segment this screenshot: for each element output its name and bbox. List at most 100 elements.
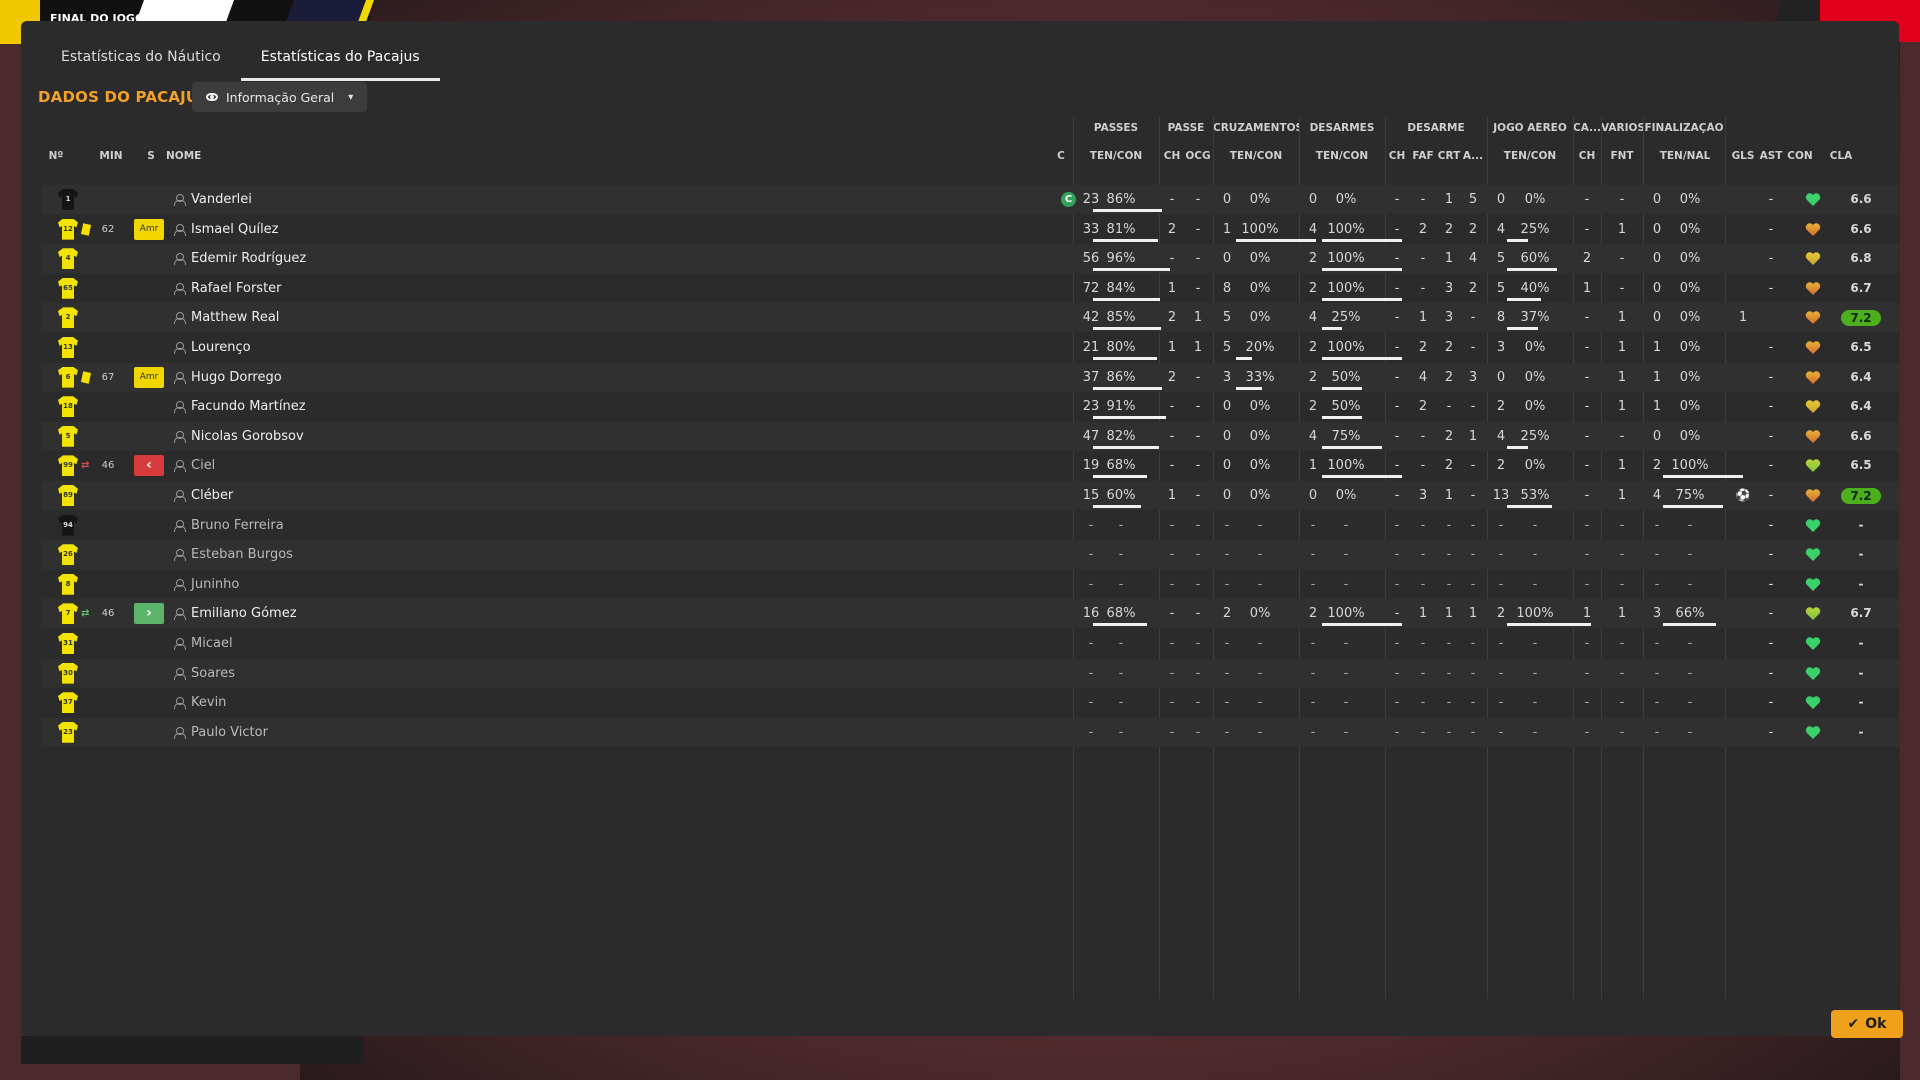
- view-dropdown[interactable]: Informação Geral ▾: [192, 82, 367, 112]
- player-name[interactable]: Rafael Forster: [191, 274, 491, 303]
- player-name[interactable]: Hugo Dorrego: [191, 363, 491, 392]
- column-header-ocg[interactable]: OCG: [1185, 150, 1211, 164]
- table-row[interactable]: 5 Nicolas Gorobsov 47 82% - -0 0% 4 75% - -2 1 4 25% -…: [41, 421, 1899, 451]
- player-name[interactable]: Facundo Martínez: [191, 392, 491, 421]
- stat-ca: 0: [1222, 399, 1232, 415]
- player-name[interactable]: Paulo Victor: [191, 718, 491, 747]
- stat-cell: -: [1654, 724, 1660, 740]
- column-header-crt[interactable]: CRT: [1437, 150, 1461, 164]
- stat-ch: -: [1169, 428, 1175, 444]
- morale-heart-icon: [1805, 222, 1821, 237]
- column-header-faf[interactable]: FAF: [1410, 150, 1436, 164]
- player-name[interactable]: Lourenço: [191, 333, 491, 362]
- stat-bar: [1663, 623, 1716, 627]
- table-row[interactable]: 89 Cléber 15 60% 1-0 0% 0 0% -3 1-13 53% -1 4 75% - ⚽ 7.…: [41, 481, 1899, 510]
- table-row[interactable]: 37 Kevin - - - - - - - - - - - - - - - - - - - - -: [41, 688, 1899, 717]
- column-header-s[interactable]: S: [141, 150, 161, 164]
- stat-cell: -: [1224, 724, 1230, 740]
- column-header-cruz[interactable]: TEN/CON: [1216, 150, 1296, 164]
- table-row[interactable]: 8 Juninho - - - - - - - - - - - - - - - - - - - - -: [41, 570, 1899, 599]
- stat-da: 1: [1308, 458, 1318, 474]
- shirt-icon: 31: [58, 633, 78, 654]
- column-header-desarmes[interactable]: TEN/CON: [1302, 150, 1382, 164]
- stat-cell: -: [1257, 576, 1263, 592]
- tab-pacajus[interactable]: Estatísticas do Pacajus: [240, 45, 440, 81]
- stat-cach: -: [1584, 310, 1590, 326]
- column-header-min[interactable]: MIN: [91, 150, 131, 164]
- stat-a: 2: [1468, 221, 1478, 237]
- table-row[interactable]: 12 62 Amr Ismael Quílez 33 81% 2-1 100% 4 100% -2 2…: [41, 215, 1899, 244]
- player-name[interactable]: Ismael Quílez: [191, 215, 491, 244]
- column-header-fin[interactable]: TEN/NAL: [1646, 150, 1724, 164]
- stat-cell: -: [1310, 636, 1316, 651]
- stat-a: 5: [1468, 192, 1478, 207]
- stat-ocg: -: [1195, 458, 1201, 474]
- stat-cell: -: [1619, 695, 1625, 711]
- stat-ca: 5: [1222, 340, 1232, 355]
- player-name[interactable]: Edemir Rodríguez: [191, 244, 491, 273]
- table-row[interactable]: 65 Rafael Forster 72 84% 1-8 0% 2 100% - -3 2 5 40% 1…: [41, 274, 1899, 303]
- player-name[interactable]: Kevin: [191, 688, 491, 717]
- table-row[interactable]: 26 Esteban Burgos - - - - - - - - - - - - - - - - - - - - -: [41, 540, 1899, 570]
- player-name[interactable]: Esteban Burgos: [191, 540, 491, 569]
- column-header-ca_ch[interactable]: CH: [1574, 150, 1600, 164]
- table-row[interactable]: 1 Vanderlei C 23 86% - -0 0% 0 0% - -1 5 0 0% - -0 0% -6.6: [41, 185, 1899, 214]
- player-name[interactable]: Cléber: [191, 481, 491, 510]
- stat-cell: -: [1088, 636, 1094, 651]
- player-name[interactable]: Juninho: [191, 570, 491, 599]
- stat-cell: -: [1118, 636, 1124, 651]
- column-header-con[interactable]: CON: [1785, 150, 1815, 164]
- table-row[interactable]: 99 ⇄ 46 ‹ Ciel 19 68% - -0 0% 1 100% - -2-2 0% -1 2 100% -…: [41, 451, 1899, 480]
- table-row[interactable]: 2 Matthew Real 42 85% 2 1 5 0% 4 25% -1 3-8 37% -1 0 0%…: [41, 303, 1899, 333]
- player-name[interactable]: Bruno Ferreira: [191, 511, 491, 540]
- player-icon: [174, 549, 186, 562]
- column-header-gls[interactable]: GLS: [1729, 150, 1757, 164]
- player-name[interactable]: Matthew Real: [191, 303, 491, 332]
- stat-bar: [1663, 505, 1723, 508]
- column-header-d_ch[interactable]: CH: [1387, 150, 1407, 164]
- column-header-aereo[interactable]: TEN/CON: [1490, 150, 1570, 164]
- player-name[interactable]: Vanderlei: [191, 185, 491, 214]
- stat-cp: 0%: [1249, 310, 1271, 326]
- column-header-fnt[interactable]: FNT: [1603, 150, 1641, 164]
- stat-fa: 1: [1652, 399, 1662, 415]
- stat-crt: -: [1446, 399, 1452, 415]
- column-header-c[interactable]: C: [1053, 150, 1069, 164]
- player-name[interactable]: Emiliano Gómez: [191, 599, 491, 628]
- table-row[interactable]: 94 Bruno Ferreira - - - - - - - - - - - - - - - - - - - - -: [41, 511, 1899, 540]
- column-header-ch[interactable]: CH: [1161, 150, 1183, 164]
- player-name[interactable]: Soares: [191, 659, 491, 688]
- table-row[interactable]: 7 ⇄ 46 › Emiliano Gómez 16 68% - -2 0% 2 100% -1 1 1 2 1…: [41, 599, 1899, 629]
- stat-cell: -: [1118, 576, 1124, 592]
- table-row[interactable]: 30 Soares - - - - - - - - - - - - - - - - - - - - -: [41, 658, 1899, 688]
- stat-aa: 3: [1496, 340, 1506, 355]
- morale-heart-icon: [1805, 606, 1821, 621]
- player-name[interactable]: Nicolas Gorobsov: [191, 422, 491, 451]
- stat-bar: [1093, 357, 1157, 360]
- stat-ocg: 1: [1193, 310, 1203, 326]
- table-row[interactable]: 13 Lourenço 21 80% 1 1 5 20% 2 100% -2 2-3 0% -1 1 0% -6…: [41, 333, 1899, 362]
- player-name[interactable]: Micael: [191, 629, 491, 658]
- column-header-cla[interactable]: CLA: [1817, 150, 1865, 164]
- stat-cell: -: [1498, 517, 1504, 533]
- tab-nautico[interactable]: Estatísticas do Náutico: [41, 45, 241, 81]
- stat-ocg: 1: [1193, 340, 1203, 355]
- stat-bar: [1322, 623, 1402, 627]
- table-row[interactable]: 31 Micael - - - - - - - - - - - - - - - - - - - - -: [41, 629, 1899, 658]
- table-row[interactable]: 18 Facundo Martínez 23 91% - -0 0% 2 50% -2- -2 0% -…: [41, 392, 1899, 421]
- stat-a: 1: [1468, 606, 1478, 622]
- column-header-name[interactable]: NOME: [166, 150, 226, 164]
- stat-cell: -: [1498, 576, 1504, 592]
- substituted-in-badge: ›: [134, 603, 164, 625]
- player-name[interactable]: Ciel: [191, 451, 491, 480]
- column-header-num[interactable]: Nº: [41, 150, 71, 164]
- ok-button[interactable]: ✔ Ok: [1831, 1010, 1903, 1038]
- column-header-passes[interactable]: TEN/CON: [1076, 150, 1156, 164]
- column-header-ast[interactable]: AST: [1757, 150, 1785, 164]
- table-row[interactable]: 23 Paulo Victor - - - - - - - - - - - - - - - - - - - - -: [41, 717, 1899, 747]
- morale-heart-icon: [1805, 695, 1821, 710]
- table-row[interactable]: 6 67 Amr Hugo Dorrego 37 86% 2-3 33% 2 50% -4 2 3 0 0%…: [41, 362, 1899, 392]
- column-header-a[interactable]: A...: [1462, 150, 1484, 164]
- shirt-icon: 7: [58, 603, 78, 625]
- table-row[interactable]: 4 Edemir Rodríguez 56 96% - -0 0% 2 100% - -1 4 5 60%…: [41, 244, 1899, 274]
